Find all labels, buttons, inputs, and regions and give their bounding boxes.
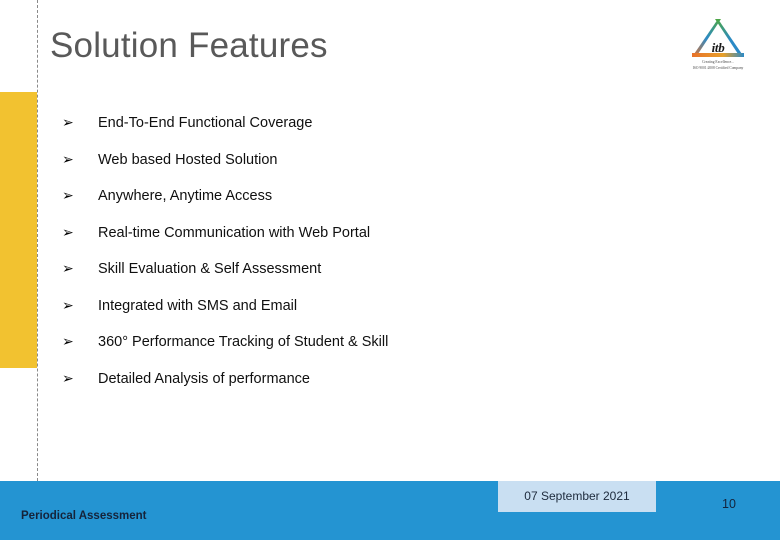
logo-certification-text: ISO 9001:2008 Certified Company xyxy=(692,66,744,70)
list-item: ➢ Integrated with SMS and Email xyxy=(62,297,662,334)
list-item: ➢ Skill Evaluation & Self Assessment xyxy=(62,260,662,297)
bullet-arrow-icon: ➢ xyxy=(62,115,74,131)
bullet-arrow-icon: ➢ xyxy=(62,297,74,314)
footer-presentation-title: Periodical Assessment xyxy=(21,510,147,522)
bullet-arrow-icon: ➢ xyxy=(62,188,74,204)
bullet-arrow-icon: ➢ xyxy=(62,151,74,168)
list-item-label: End-To-End Functional Coverage xyxy=(98,115,313,131)
slide-number: 10 xyxy=(722,497,736,511)
footer-date-box: 07 September 2021 xyxy=(498,481,656,512)
company-logo: itb Creating Excellence... ISO 9001:2008… xyxy=(670,16,766,76)
logo-tagline: Creating Excellence... xyxy=(702,60,734,64)
bullet-arrow-icon: ➢ xyxy=(62,370,74,387)
list-item: ➢ Web based Hosted Solution xyxy=(62,151,662,188)
left-accent-bar xyxy=(0,92,37,368)
bullet-arrow-icon: ➢ xyxy=(62,261,74,277)
bullet-arrow-icon: ➢ xyxy=(62,224,74,241)
list-item: ➢ Real-time Communication with Web Porta… xyxy=(62,224,662,261)
list-item: ➢ Anywhere, Anytime Access xyxy=(62,187,662,224)
list-item-label: Integrated with SMS and Email xyxy=(98,297,298,314)
list-item-label: Anywhere, Anytime Access xyxy=(98,188,273,204)
vertical-dashed-divider xyxy=(37,0,38,481)
list-item-label: Real-time Communication with Web Portal xyxy=(98,224,371,241)
list-item-label: Detailed Analysis of performance xyxy=(98,370,310,387)
slide-footer: Periodical Assessment 07 September 2021 … xyxy=(0,481,780,540)
list-item-label: Skill Evaluation & Self Assessment xyxy=(98,261,322,277)
slide-canvas: Solution Features itb Creating Excellenc… xyxy=(0,0,780,540)
list-item: ➢ Detailed Analysis of performance xyxy=(62,370,662,407)
feature-list: ➢ End-To-End Functional Coverage ➢ Web b… xyxy=(62,114,662,406)
footer-date: 07 September 2021 xyxy=(524,489,630,503)
page-title: Solution Features xyxy=(50,26,328,65)
list-item: ➢ End-To-End Functional Coverage xyxy=(62,114,662,151)
logo-wordmark: itb xyxy=(711,40,725,55)
list-item-label: Web based Hosted Solution xyxy=(98,151,278,168)
bullet-arrow-icon: ➢ xyxy=(62,334,74,350)
list-item-label: 360° Performance Tracking of Student & S… xyxy=(98,334,389,350)
list-item: ➢ 360° Performance Tracking of Student &… xyxy=(62,333,662,370)
